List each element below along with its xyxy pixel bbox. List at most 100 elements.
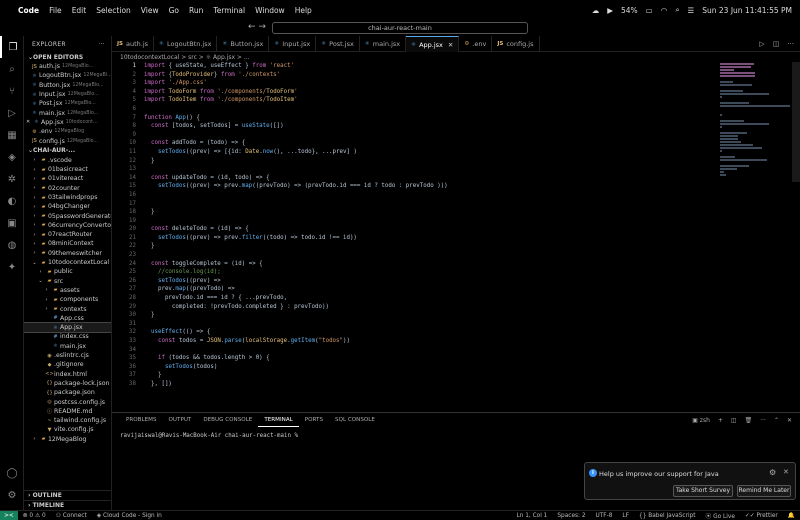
code-line[interactable] xyxy=(144,217,724,226)
split-editor-icon[interactable]: ◫ xyxy=(773,40,780,48)
code-line[interactable] xyxy=(144,105,724,114)
code-area[interactable]: import { useState, useEffect } from 'rea… xyxy=(144,62,724,389)
panel-tab-ports[interactable]: PORTS xyxy=(299,413,329,427)
take-survey-button[interactable]: Take Short Survey xyxy=(673,485,733,497)
code-line[interactable]: prevTodo.id === id ? { ...prevTodo, xyxy=(144,294,724,303)
tree-file[interactable]: # App.css xyxy=(24,314,111,323)
code-line[interactable]: setTodos((prev) => xyxy=(144,277,724,286)
code-line[interactable]: const deleteTodo = (id) => { xyxy=(144,225,724,234)
menu-terminal[interactable]: Terminal xyxy=(213,6,245,15)
tab-logoutbtn-jsx[interactable]: ⚛ LogoutBtn.jsx xyxy=(154,36,218,52)
menu-selection[interactable]: Selection xyxy=(96,6,131,15)
code-line[interactable]: function App() { xyxy=(144,114,724,123)
code-line[interactable]: const toggleComplete = (id) => { xyxy=(144,260,724,269)
search-icon[interactable]: ⌕ xyxy=(0,58,24,80)
open-editors-section[interactable]: ⌄ OPEN EDITORS xyxy=(24,52,111,62)
extensions-icon[interactable]: ▦ xyxy=(0,124,24,146)
source-control-icon[interactable]: ⑂ xyxy=(0,80,24,102)
code-line[interactable]: } xyxy=(144,311,724,320)
code-line[interactable]: import { useState, useEffect } from 'rea… xyxy=(144,62,724,71)
run-debug-icon[interactable]: ▷ xyxy=(0,102,24,124)
code-line[interactable]: setTodos((prev) => prev.filter((todo) =>… xyxy=(144,234,724,243)
tree-file[interactable]: {} package-lock.json xyxy=(24,379,111,388)
code-line[interactable]: } xyxy=(144,208,724,217)
tree-folder[interactable]: › ▰ 05passwordGenerator xyxy=(24,211,112,220)
control-center-icon[interactable]: ☰ xyxy=(688,6,695,15)
remind-later-button[interactable]: Remind Me Later xyxy=(737,485,791,497)
menu-file[interactable]: File xyxy=(49,6,62,15)
database-icon[interactable]: ◍ xyxy=(0,234,24,256)
kubernetes-icon[interactable]: ✲ xyxy=(0,168,24,190)
tree-file[interactable]: ◆ .gitignore xyxy=(24,360,111,369)
more-actions-icon[interactable]: ··· xyxy=(98,41,105,48)
code-line[interactable]: useEffect(() => { xyxy=(144,328,724,337)
code-line[interactable]: import TodoItem from './components/TodoI… xyxy=(144,96,724,105)
tree-folder[interactable]: ⌄ ▰ src xyxy=(24,277,111,286)
code-line[interactable]: if (todos && todos.length > 0) { xyxy=(144,354,724,363)
app-menu[interactable]: Code xyxy=(18,6,39,15)
tree-folder[interactable]: › ▰ 08miniContext xyxy=(24,239,111,248)
remote-icon[interactable]: >< xyxy=(0,510,18,520)
code-line[interactable]: import {TodoProvider} from './contexts' xyxy=(144,71,724,80)
tree-folder[interactable]: › ▰ components xyxy=(24,295,111,304)
code-line[interactable] xyxy=(144,191,724,200)
code-line[interactable]: setTodos((prev) => [{id: Date.now(), ...… xyxy=(144,148,724,157)
code-line[interactable]: } xyxy=(144,242,724,251)
trash-icon[interactable]: 🗑 xyxy=(745,417,753,424)
tab--env[interactable]: ⚙ .env xyxy=(459,36,493,52)
editor-scrollbar[interactable] xyxy=(792,62,800,182)
battery-icon[interactable]: ▭ xyxy=(646,6,653,15)
close-panel-icon[interactable]: ✕ xyxy=(787,417,792,424)
code-line[interactable]: setTodos((prev) => prev.map((prevTodo) =… xyxy=(144,182,724,191)
tree-folder[interactable]: › ▰ 09themeswitcher xyxy=(24,249,111,258)
play-icon[interactable]: ▶ xyxy=(607,6,613,15)
panel-tab-debug-console[interactable]: DEBUG CONSOLE xyxy=(197,413,258,427)
menu-edit[interactable]: Edit xyxy=(72,6,87,15)
menu-window[interactable]: Window xyxy=(255,6,285,15)
open-editor-item[interactable]: JS auth.js 12MegaBlo... xyxy=(24,62,111,71)
go-live-button[interactable]: ⦿ Go Live xyxy=(701,511,740,520)
tree-file[interactable]: ~ tailwind.config.js xyxy=(24,416,111,425)
code-line[interactable] xyxy=(144,251,724,260)
tree-folder[interactable]: ⌄ ▰ 10todocontextLocal xyxy=(24,258,111,267)
tree-file[interactable]: ⚛ App.jsx xyxy=(24,321,111,334)
tree-folder[interactable]: › ▰ public xyxy=(24,267,111,276)
panel-tab-terminal[interactable]: TERMINAL xyxy=(258,413,299,427)
cloud-code-icon[interactable]: ◈ xyxy=(0,146,24,168)
tree-folder[interactable]: › ▰ 02counter xyxy=(24,184,111,193)
panel-tab-problems[interactable]: PROBLEMS xyxy=(120,413,163,427)
datetime[interactable]: Sun 23 Jun 11:41:55 PM xyxy=(702,6,792,15)
code-line[interactable]: import './App.css' xyxy=(144,79,724,88)
explorer-icon[interactable]: ❐ xyxy=(0,36,24,58)
split-terminal-icon[interactable]: ◫ xyxy=(731,417,737,424)
open-editor-item[interactable]: ✕ ⚛ App.jsx 10todocont... xyxy=(24,118,111,127)
tree-folder[interactable]: › ▰ 04bgChanger xyxy=(24,202,111,211)
tree-file[interactable]: # index.css xyxy=(24,332,111,341)
menu-help[interactable]: Help xyxy=(295,6,312,15)
code-line[interactable]: setTodos(todos) xyxy=(144,363,724,372)
cloud-icon[interactable]: ☁ xyxy=(592,6,600,15)
connect-status[interactable]: ⚇ Connect xyxy=(51,513,92,519)
code-line[interactable]: const updateTodo = (id, todo) => { xyxy=(144,174,724,183)
account-icon[interactable]: ◯ xyxy=(0,462,24,484)
line-ending[interactable]: LF xyxy=(617,513,634,519)
indentation[interactable]: Spaces: 2 xyxy=(552,513,590,519)
tree-folder[interactable]: › ▰ 06currencyConvertor xyxy=(24,221,112,230)
tree-folder[interactable]: › ▰ 01basicreact xyxy=(24,165,111,174)
wifi-icon[interactable]: ◠ xyxy=(661,6,668,15)
encoding[interactable]: UTF-8 xyxy=(591,513,618,519)
tab-auth-js[interactable]: JS auth.js xyxy=(112,36,155,52)
code-line[interactable]: const addTodo = (todo) => { xyxy=(144,139,724,148)
prettier-status[interactable]: ✓✓ Prettier xyxy=(740,513,783,519)
code-line[interactable]: } xyxy=(144,371,724,380)
remote-explorer-icon[interactable]: ▣ xyxy=(0,212,24,234)
gitlens-icon[interactable]: ◐ xyxy=(0,190,24,212)
tree-folder[interactable]: › ▰ contexts xyxy=(24,304,111,313)
tree-folder[interactable]: › ▰ 07reactRouter xyxy=(24,230,111,239)
code-line[interactable]: const [todos, setTodos] = useState([]) xyxy=(144,122,724,131)
tree-file[interactable]: ◎ postcss.config.js xyxy=(24,397,111,406)
tree-file[interactable]: {} package.json xyxy=(24,388,111,397)
panel-tab-sql-console[interactable]: SQL CONSOLE xyxy=(329,413,381,427)
open-editor-item[interactable]: ⚛ LogoutBtn.jsx 12MegaBl... xyxy=(24,71,111,80)
code-line[interactable] xyxy=(144,320,724,329)
